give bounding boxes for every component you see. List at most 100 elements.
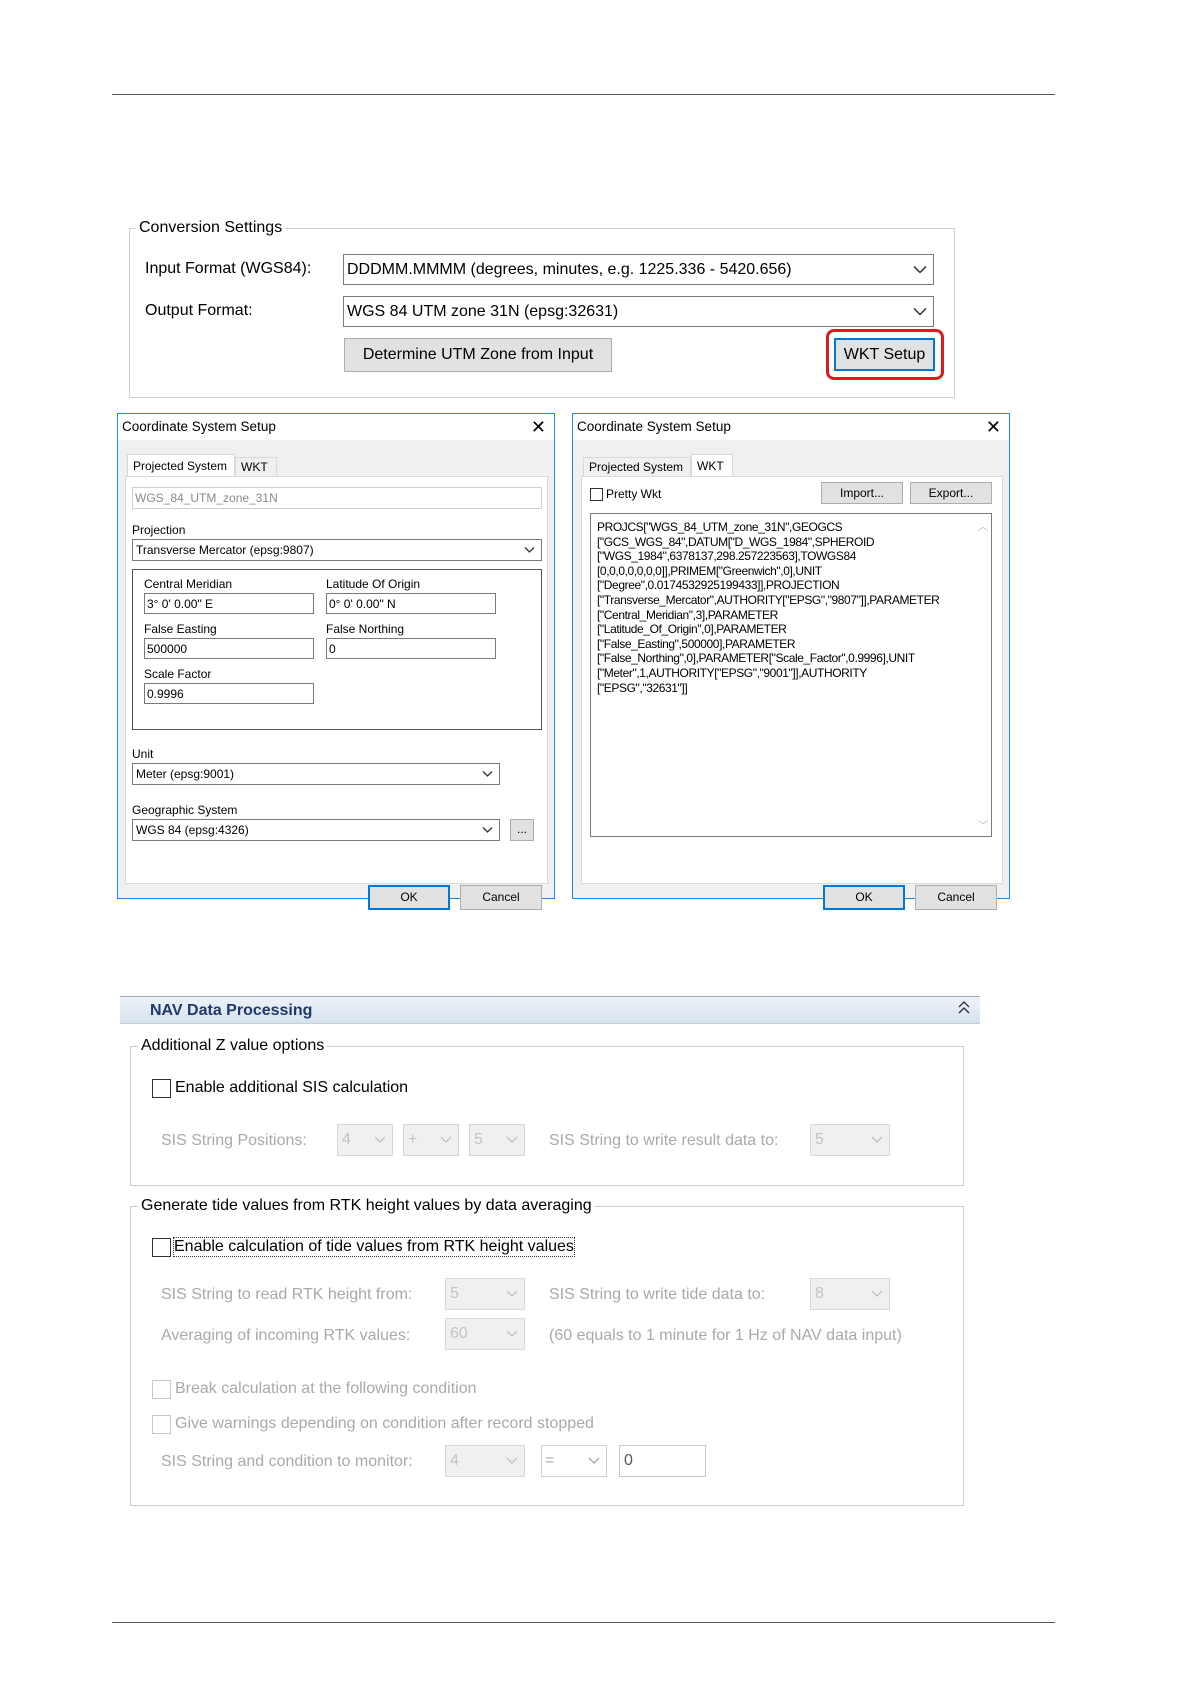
projection-name-field[interactable]: WGS_84_UTM_zone_31N	[132, 487, 542, 509]
give-warnings-label: Give warnings depending on condition aft…	[175, 1415, 594, 1432]
wkt-line: ["False_Easting",500000],PARAMETER	[597, 636, 796, 651]
sis-write-result-value: 5	[815, 1131, 824, 1148]
monitor-threshold-field[interactable]: 0	[619, 1445, 706, 1477]
export-button[interactable]: Export...	[910, 482, 992, 504]
dialog-body: Projected System WKT WGS_84_UTM_zone_31N…	[118, 440, 554, 910]
sis-positions-label: SIS String Positions:	[161, 1132, 307, 1149]
sis-position-1-select[interactable]: 4	[337, 1124, 393, 1156]
cancel-button[interactable]: Cancel	[915, 885, 997, 910]
parameters-box: Central Meridian 3° 0' 0.00" E Latitude …	[132, 569, 542, 730]
sis-position-2-select[interactable]: +	[403, 1124, 459, 1156]
geographic-system-select[interactable]: WGS 84 (epsg:4326)	[132, 819, 500, 841]
input-format-select[interactable]: DDDMM.MMMM (degrees, minutes, e.g. 1225.…	[343, 254, 934, 285]
wkt-setup-button[interactable]: WKT Setup	[834, 338, 935, 371]
wkt-line: ["False_Northing",0],PARAMETER["Scale_Fa…	[597, 651, 915, 666]
input-format-label: Input Format (WGS84):	[145, 260, 312, 277]
chevron-down-icon	[482, 827, 493, 834]
output-format-select[interactable]: WGS 84 UTM zone 31N (epsg:32631)	[343, 296, 934, 327]
unit-select[interactable]: Meter (epsg:9001)	[132, 763, 500, 785]
import-button[interactable]: Import...	[821, 482, 903, 504]
additional-z-legend: Additional Z value options	[138, 1037, 328, 1055]
input-format-value: DDDMM.MMMM (degrees, minutes, e.g. 1225.…	[347, 260, 792, 278]
averaging-note: (60 equals to 1 minute for 1 Hz of NAV d…	[549, 1327, 902, 1344]
scroll-down-icon[interactable]: ﹀	[978, 817, 988, 832]
ok-button[interactable]: OK	[368, 885, 450, 910]
pretty-wkt-checkbox[interactable]	[590, 488, 603, 501]
give-warnings-checkbox[interactable]	[152, 1415, 171, 1434]
nav-panel-header[interactable]: NAV Data Processing	[120, 996, 980, 1024]
false-easting-value: 500000	[147, 641, 188, 656]
footer-rule	[112, 1622, 1055, 1623]
latitude-origin-label: Latitude Of Origin	[326, 577, 421, 591]
write-tide-value: 8	[815, 1285, 824, 1302]
write-tide-select[interactable]: 8	[810, 1278, 890, 1310]
averaging-select[interactable]: 60	[445, 1318, 525, 1350]
coordinate-setup-dialog-projected: Coordinate System Setup ✕ Projected Syst…	[117, 413, 555, 910]
output-format-value: WGS 84 UTM zone 31N (epsg:32631)	[347, 302, 619, 320]
sis-position-1-value: 4	[342, 1131, 351, 1148]
false-easting-label: False Easting	[144, 622, 217, 636]
chevron-down-icon	[506, 1330, 518, 1338]
monitor-operator-select[interactable]: =	[541, 1445, 607, 1477]
tab-wkt[interactable]: WKT	[691, 454, 733, 476]
false-easting-field[interactable]: 500000	[144, 638, 314, 659]
tab-wkt[interactable]: WKT	[235, 457, 277, 476]
scroll-up-icon[interactable]: ︿	[978, 518, 988, 533]
geographic-system-label: Geographic System	[132, 803, 238, 817]
pretty-wkt-label: Pretty Wkt	[606, 487, 662, 501]
sis-position-2-value: +	[408, 1131, 418, 1148]
monitor-threshold-value: 0	[624, 1452, 633, 1469]
enable-tide-label: Enable calculation of tide values from R…	[173, 1237, 575, 1257]
wkt-line: ["Degree",0.0174532925199433]],PROJECTIO…	[597, 578, 840, 593]
wkt-line: ["EPSG","32631"]]	[597, 680, 688, 695]
additional-z-group	[130, 1046, 964, 1186]
monitor-label: SIS String and condition to monitor:	[161, 1453, 413, 1470]
chevron-down-icon	[440, 1136, 452, 1144]
sis-write-result-label: SIS String to write result data to:	[549, 1132, 779, 1149]
determine-utm-zone-button[interactable]: Determine UTM Zone from Input	[344, 338, 612, 372]
chevron-down-icon	[506, 1457, 518, 1465]
break-calculation-checkbox[interactable]	[152, 1380, 171, 1399]
chevron-down-icon	[506, 1290, 518, 1298]
projection-select[interactable]: Transverse Mercator (epsg:9807)	[132, 539, 542, 561]
enable-sis-label: Enable additional SIS calculation	[175, 1079, 409, 1096]
dialog-title: Coordinate System Setup	[577, 419, 731, 434]
wkt-line: ["Meter",1,AUTHORITY["EPSG","9001"]],AUT…	[597, 666, 867, 680]
close-icon[interactable]: ✕	[531, 418, 546, 436]
sis-position-3-value: 5	[474, 1131, 483, 1148]
cancel-button[interactable]: Cancel	[460, 885, 542, 910]
false-northing-value: 0	[329, 641, 336, 656]
chevron-down-icon	[871, 1290, 883, 1298]
collapse-icon[interactable]	[958, 1001, 970, 1020]
wkt-textarea[interactable]: PROJCS["WGS_84_UTM_zone_31N",GEOGCS ["GCS…	[590, 513, 992, 837]
scale-factor-field[interactable]: 0.9996	[144, 683, 314, 704]
ok-button[interactable]: OK	[823, 885, 905, 910]
latitude-origin-field[interactable]: 0° 0' 0.00" N	[326, 593, 496, 614]
scale-factor-label: Scale Factor	[144, 667, 212, 681]
projection-name-value: WGS_84_UTM_zone_31N	[135, 491, 278, 505]
monitor-sis-value: 4	[450, 1452, 459, 1469]
sis-write-result-select[interactable]: 5	[810, 1124, 890, 1156]
projected-tab-panel: WGS_84_UTM_zone_31N Projection Transvers…	[125, 476, 548, 884]
close-icon[interactable]: ✕	[986, 418, 1001, 436]
wkt-line: ["Latitude_Of_Origin",0],PARAMETER	[597, 622, 787, 637]
tide-legend: Generate tide values from RTK height val…	[138, 1197, 595, 1215]
projection-label: Projection	[132, 523, 186, 537]
central-meridian-value: 3° 0' 0.00" E	[147, 596, 214, 611]
geographic-system-value: WGS 84 (epsg:4326)	[136, 823, 249, 837]
chevron-down-icon	[913, 265, 927, 274]
coordinate-setup-dialog-wkt: Coordinate System Setup ✕ Projected Syst…	[572, 413, 1010, 910]
tab-projected-system[interactable]: Projected System	[583, 457, 691, 476]
header-rule	[112, 94, 1055, 95]
false-northing-field[interactable]: 0	[326, 638, 496, 659]
monitor-sis-select[interactable]: 4	[445, 1445, 525, 1477]
tab-projected-system[interactable]: Projected System	[127, 454, 235, 476]
sis-position-3-select[interactable]: 5	[469, 1124, 525, 1156]
enable-sis-checkbox[interactable]	[152, 1079, 171, 1098]
chevron-down-icon	[588, 1457, 600, 1465]
enable-tide-checkbox[interactable]	[152, 1238, 171, 1257]
central-meridian-field[interactable]: 3° 0' 0.00" E	[144, 593, 314, 614]
conversion-settings-legend: Conversion Settings	[136, 219, 286, 237]
read-rtk-select[interactable]: 5	[445, 1278, 525, 1310]
geographic-browse-button[interactable]: ...	[510, 819, 534, 841]
